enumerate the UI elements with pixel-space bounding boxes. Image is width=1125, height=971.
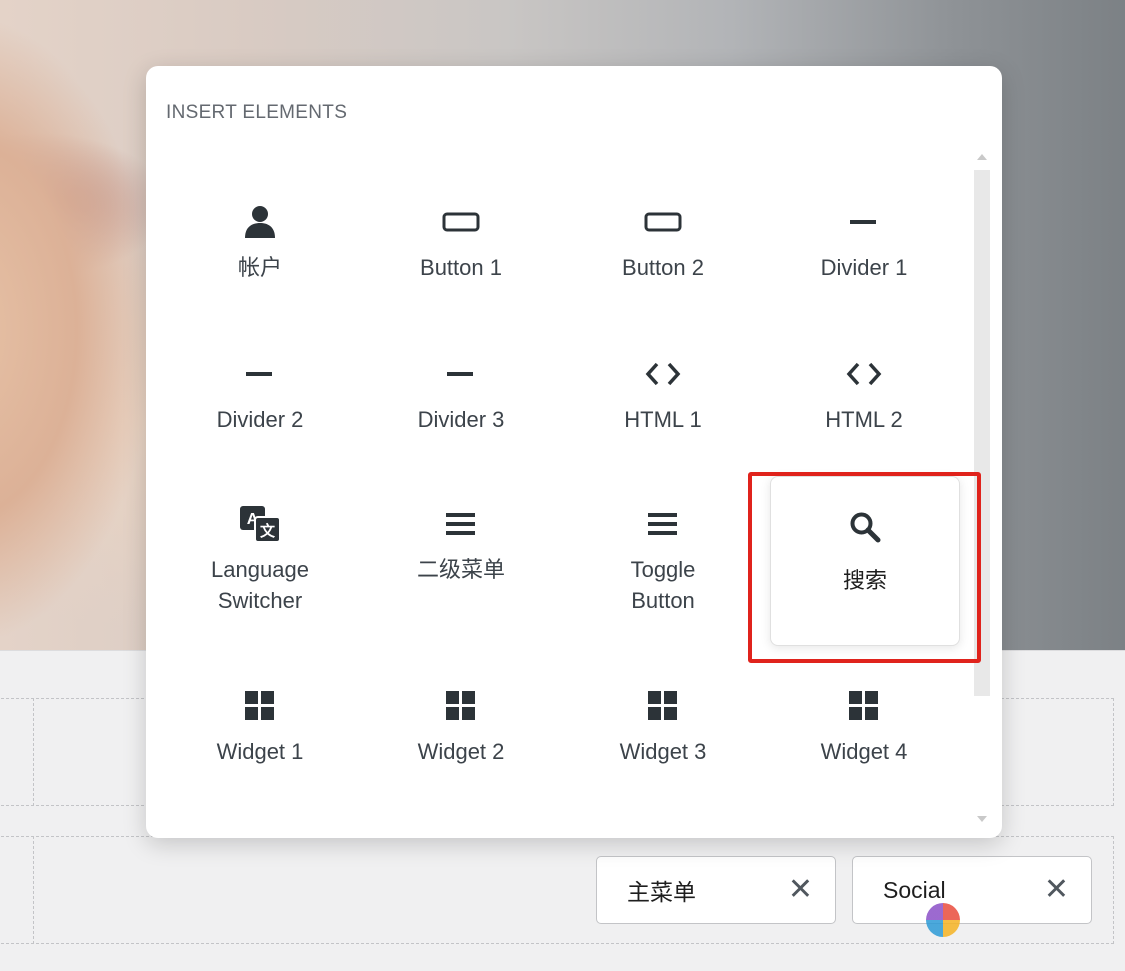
element-tile[interactable]: Widget 1 [160, 682, 360, 852]
element-label: Divider 3 [417, 407, 505, 432]
scroll-down-arrow[interactable] [977, 816, 987, 822]
chip-label: Social [883, 876, 946, 903]
menu-icon [446, 500, 476, 548]
insert-elements-popup: INSERT ELEMENTS 帐户 Button 1 Button 2 Divide… [146, 66, 1002, 838]
element-tile[interactable]: Widget 2 [361, 682, 561, 852]
svg-text:文: 文 [260, 522, 276, 540]
chip-label: 主菜单 [627, 879, 696, 905]
translate-icon: A文 [239, 500, 281, 548]
widget-grid-icon [446, 682, 476, 730]
popup-title: INSERT ELEMENTS [166, 102, 348, 123]
element-tile[interactable]: Button 2 [563, 198, 763, 368]
divider-icon [246, 350, 274, 398]
element-label: Button 2 [622, 255, 704, 280]
button-icon [644, 198, 682, 246]
element-label: Divider 2 [216, 407, 304, 432]
element-label: HTML 2 [825, 407, 903, 432]
element-label: Widget 4 [820, 739, 908, 764]
element-label: Widget 1 [216, 739, 304, 764]
element-tile[interactable]: HTML 1 [563, 350, 763, 520]
selection-highlight [748, 472, 981, 663]
element-tile[interactable]: Divider 3 [361, 350, 561, 520]
scroll-up-arrow[interactable] [977, 154, 987, 160]
watermark-logo [926, 903, 960, 937]
element-label: Divider 1 [820, 255, 908, 280]
element-tile[interactable]: Widget 4 [764, 682, 964, 852]
code-icon [645, 350, 681, 398]
button-icon [442, 198, 480, 246]
element-tile[interactable]: 二级菜单 [361, 500, 561, 670]
code-icon [846, 350, 882, 398]
widget-grid-icon [245, 682, 275, 730]
watermark-icon [926, 903, 960, 937]
element-tile[interactable]: 帐户 [160, 198, 360, 368]
widget-grid-icon [648, 682, 678, 730]
element-label: Language Switcher [211, 557, 309, 613]
element-tile[interactable]: Divider 1 [764, 198, 964, 368]
element-label: Button 1 [420, 255, 502, 280]
element-label: HTML 1 [624, 407, 702, 432]
chip-main-menu[interactable]: 主菜单 ✕ [596, 856, 836, 924]
close-icon[interactable]: ✕ [788, 875, 813, 905]
close-icon[interactable]: ✕ [1044, 875, 1069, 905]
element-label: Toggle Button [630, 557, 696, 613]
widget-grid-icon [849, 682, 879, 730]
element-tile[interactable]: A 文 Language Switcher [160, 500, 360, 670]
menu-icon [648, 500, 678, 548]
element-label: 二级菜单 [416, 557, 505, 582]
chip-social[interactable]: Social ✕ [852, 856, 1092, 924]
element-tile[interactable]: Widget 3 [563, 682, 763, 852]
element-tile[interactable]: Toggle Button [563, 500, 763, 670]
element-label: Widget 2 [417, 739, 505, 764]
divider-icon [850, 198, 878, 246]
element-label: 帐户 [237, 255, 282, 280]
divider-icon [447, 350, 475, 398]
element-tile[interactable]: Divider 2 [160, 350, 360, 520]
element-tile[interactable]: Button 1 [361, 198, 561, 368]
user-icon [243, 198, 277, 246]
element-label: Widget 3 [619, 739, 707, 764]
